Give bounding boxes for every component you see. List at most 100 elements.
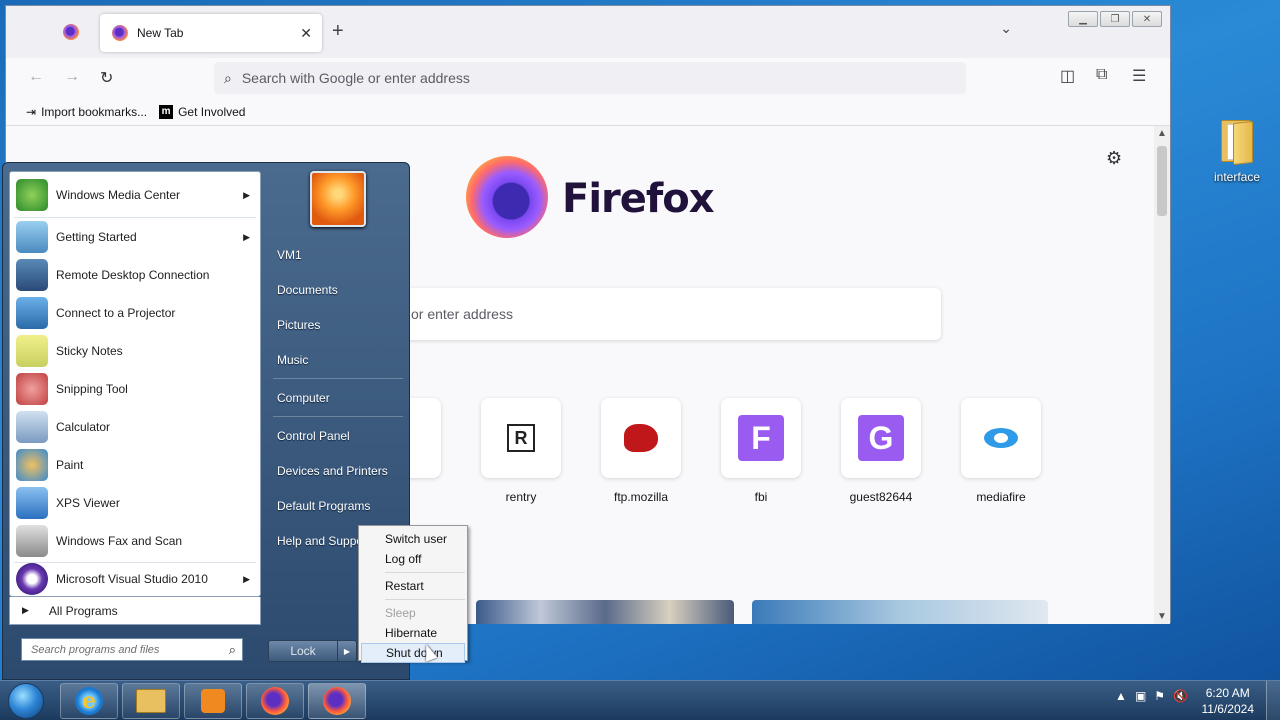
start-right-computer[interactable]: Computer <box>277 391 330 405</box>
volume-muted-icon[interactable]: 🔇 <box>1173 689 1188 703</box>
program-label: Windows Fax and Scan <box>56 534 183 548</box>
back-icon[interactable]: ← <box>28 68 44 86</box>
scroll-up-icon[interactable]: ▲ <box>1157 128 1167 139</box>
lock-button[interactable]: Lock <box>268 640 338 662</box>
program-xps-viewer[interactable]: XPS Viewer <box>10 484 260 522</box>
list-all-tabs-icon[interactable]: ⌄ <box>1000 20 1012 37</box>
page-search-box[interactable]: or enter address <box>336 288 941 340</box>
paint-icon <box>16 449 48 481</box>
fax-scan-icon <box>16 525 48 557</box>
folder-icon <box>136 689 166 713</box>
start-right-help-support[interactable]: Help and Support <box>277 534 370 548</box>
pocket-icon[interactable]: ◫ <box>1060 66 1075 86</box>
firefox-wordmark: Firefox <box>562 176 715 222</box>
ftp-mozilla-icon <box>624 424 658 452</box>
firefox-icon <box>323 687 351 715</box>
menu-switch-user[interactable]: Switch user <box>361 529 465 549</box>
network-icon[interactable]: ▣ <box>1135 689 1146 703</box>
visual-studio-icon <box>16 563 48 595</box>
program-label: Sticky Notes <box>56 344 123 358</box>
program-sticky-notes[interactable]: Sticky Notes <box>10 332 260 370</box>
program-label: Microsoft Visual Studio 2010 <box>56 572 208 586</box>
start-programs-pane: Windows Media Center ▶ Getting Started ▶… <box>9 171 261 597</box>
start-right-control-panel[interactable]: Control Panel <box>277 429 350 443</box>
all-programs[interactable]: ▶ All Programs <box>9 597 261 625</box>
submenu-arrow-icon: ▶ <box>243 231 250 242</box>
menu-log-off[interactable]: Log off <box>361 549 465 569</box>
menu-shut-down[interactable]: Shut down <box>361 643 465 663</box>
program-calculator[interactable]: Calculator <box>10 408 260 446</box>
scrollbar[interactable]: ▲ ▼ <box>1154 126 1170 624</box>
start-right-vm1[interactable]: VM1 <box>277 248 302 262</box>
top-site-tile[interactable]: R rentry <box>481 398 561 504</box>
start-search-input[interactable]: Search programs and files ⌕ <box>21 638 243 661</box>
program-paint[interactable]: Paint <box>10 446 260 484</box>
program-label: Windows Media Center <box>56 188 181 202</box>
getting-started-icon <box>16 221 48 253</box>
program-connect-projector[interactable]: Connect to a Projector <box>10 294 260 332</box>
close-window-button[interactable]: ✕ <box>1132 11 1162 27</box>
menu-sleep: Sleep <box>385 606 416 620</box>
taskbar-media-player[interactable] <box>184 683 242 719</box>
taskbar-firefox[interactable] <box>246 683 304 719</box>
forward-icon[interactable]: → <box>64 68 80 86</box>
reload-icon[interactable]: ↻ <box>100 68 113 88</box>
top-site-tile[interactable]: G guest82644 <box>841 398 921 504</box>
taskbar-internet-explorer[interactable]: e <box>60 683 118 719</box>
firefox-view-icon[interactable] <box>63 24 79 40</box>
start-right-music[interactable]: Music <box>277 353 308 367</box>
tab-new-tab[interactable]: New Tab ✕ <box>100 14 322 52</box>
close-tab-icon[interactable]: ✕ <box>300 25 312 42</box>
start-right-default-programs[interactable]: Default Programs <box>277 499 370 513</box>
gear-icon[interactable]: ⚙ <box>1106 148 1122 169</box>
top-site-tile[interactable]: ftp.mozilla <box>601 398 681 504</box>
scroll-thumb[interactable] <box>1157 146 1167 216</box>
user-avatar[interactable] <box>310 171 366 227</box>
top-site-tile[interactable]: mediafire <box>961 398 1041 504</box>
menu-hibernate[interactable]: Hibernate <box>361 623 465 643</box>
program-getting-started[interactable]: Getting Started ▶ <box>10 218 260 256</box>
remote-desktop-icon <box>16 259 48 291</box>
program-fax-scan[interactable]: Windows Fax and Scan <box>10 522 260 560</box>
minimize-button[interactable]: ▁ <box>1068 11 1098 27</box>
power-options-arrow-icon[interactable]: ▶ <box>337 640 357 662</box>
start-right-devices-printers[interactable]: Devices and Printers <box>277 464 388 478</box>
nav-bar: ← → ↻ ⌕ Search with Google or enter addr… <box>6 58 1170 98</box>
program-visual-studio[interactable]: Microsoft Visual Studio 2010 ▶ <box>10 560 260 598</box>
action-center-flag-icon[interactable]: ⚑ <box>1154 689 1165 703</box>
extensions-icon[interactable]: ⧉ <box>1096 66 1107 84</box>
restore-button[interactable]: ❐ <box>1100 11 1130 27</box>
url-bar[interactable]: ⌕ Search with Google or enter address <box>214 62 966 94</box>
tile-label: fbi <box>754 490 768 504</box>
start-right-documents[interactable]: Documents <box>277 283 338 297</box>
show-hidden-icons-icon[interactable]: ▲ <box>1115 689 1127 703</box>
program-remote-desktop[interactable]: Remote Desktop Connection <box>10 256 260 294</box>
firefox-logo-icon <box>466 156 548 238</box>
story-thumbnail[interactable] <box>752 600 1048 624</box>
bookmark-get-involved[interactable]: m Get Involved <box>159 104 245 119</box>
menu-separator <box>385 599 465 600</box>
import-icon: ⇥ <box>26 104 37 119</box>
clock-date: 11/6/2024 <box>1201 702 1255 716</box>
clock[interactable]: 6:20 AM 11/6/2024 <box>1202 685 1255 717</box>
taskbar-explorer[interactable] <box>122 683 180 719</box>
menu-icon[interactable]: ☰ <box>1132 66 1146 86</box>
tab-strip: New Tab ✕ + ⌄ ▁ ❐ ✕ <box>6 6 1170 58</box>
all-programs-label: All Programs <box>48 603 118 618</box>
start-right-pictures[interactable]: Pictures <box>277 318 320 332</box>
calculator-icon <box>16 411 48 443</box>
program-windows-media-center[interactable]: Windows Media Center ▶ <box>10 176 260 214</box>
new-tab-button[interactable]: + <box>332 20 344 43</box>
show-desktop-button[interactable] <box>1266 681 1280 720</box>
story-thumbnail[interactable] <box>476 600 734 624</box>
program-snipping-tool[interactable]: Snipping Tool <box>10 370 260 408</box>
menu-separator <box>385 572 465 573</box>
tile-label: rentry <box>505 490 537 504</box>
menu-restart[interactable]: Restart <box>361 576 465 596</box>
top-site-tile[interactable]: F fbi <box>721 398 801 504</box>
start-button[interactable] <box>8 683 44 719</box>
desktop-icon-interface[interactable]: interface <box>1206 118 1268 184</box>
bookmark-import[interactable]: ⇥ Import bookmarks... <box>26 105 147 119</box>
scroll-down-icon[interactable]: ▼ <box>1157 611 1167 622</box>
taskbar-firefox-active[interactable] <box>308 683 366 719</box>
